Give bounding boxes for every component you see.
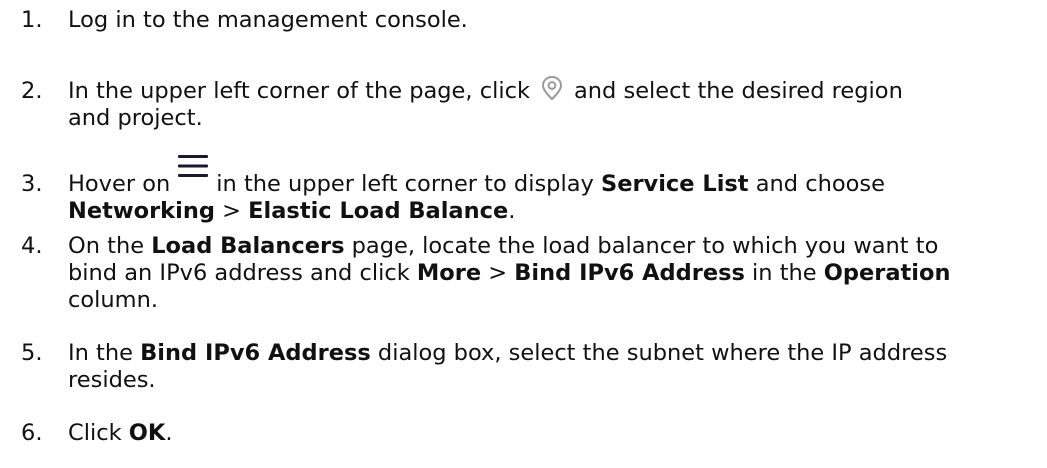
step-4-line-3: column.	[68, 287, 158, 313]
step-5-line-1: In the Bind IPv6 Address dialog box, sel…	[68, 340, 948, 366]
step-text: On the Load Balancers page, locate the l…	[68, 233, 1043, 314]
step-2-line-2: and project.	[68, 105, 203, 131]
step-4-line-1: On the Load Balancers page, locate the l…	[68, 233, 939, 259]
step-text: In the Bind IPv6 Address dialog box, sel…	[68, 340, 1043, 394]
location-pin-icon	[530, 75, 574, 105]
step-2-line-1: In the upper left corner of the page, cl…	[68, 75, 903, 105]
step-number: 6.	[21, 420, 43, 446]
step-3-line-2: Networking > Elastic Load Balance.	[68, 198, 516, 224]
step-3-line-1: Hover on in the upper left corner to disp…	[68, 155, 1043, 198]
step-number: 3.	[21, 171, 43, 197]
step-text: Click OK.	[68, 420, 173, 446]
step-text: In the upper left corner of the page, cl…	[68, 75, 1043, 132]
step-5-line-2: resides.	[68, 367, 156, 393]
hamburger-menu-icon	[170, 155, 216, 198]
step-1-text: Log in to the management console.	[68, 7, 468, 33]
step-text: Hover on in the upper left corner to disp…	[68, 155, 1043, 225]
step-number: 2.	[21, 78, 43, 104]
step-text: Log in to the management console.	[68, 7, 1043, 34]
step-number: 5.	[21, 340, 43, 366]
step-4-line-2: bind an IPv6 address and click More > Bi…	[68, 260, 951, 286]
step-number: 4.	[21, 233, 43, 259]
step-number: 1.	[21, 7, 43, 33]
